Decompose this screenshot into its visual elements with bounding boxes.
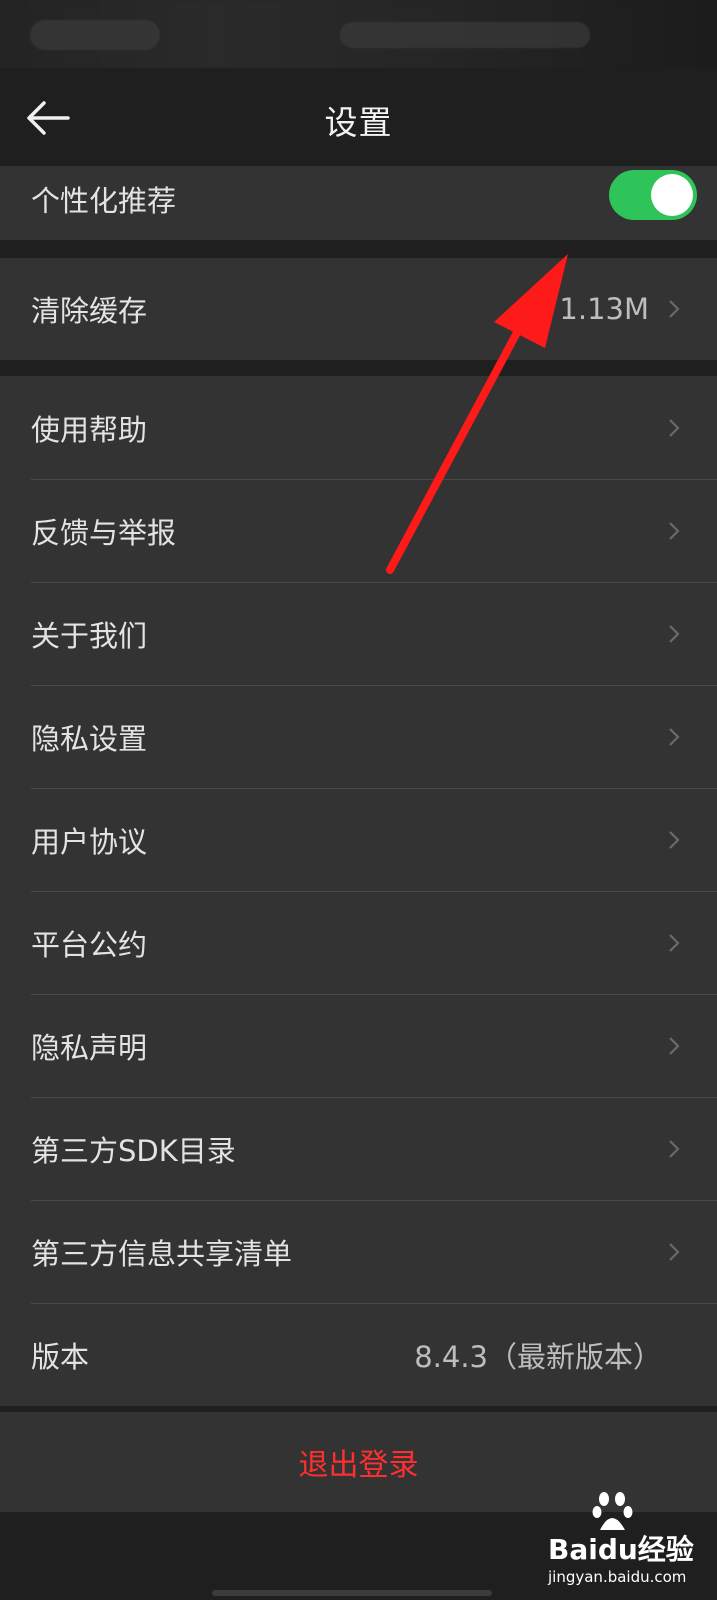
version-label: 版本 (31, 1339, 90, 1374)
personalized-recommendation-toggle[interactable] (609, 170, 697, 220)
menu-item-label: 使用帮助 (31, 412, 148, 447)
chevron-right-icon (669, 727, 680, 746)
watermark-url: jingyan.baidu.com (548, 1568, 687, 1586)
menu-item-third-party-info-sharing[interactable]: 第三方信息共享清单 (0, 1200, 717, 1303)
chevron-right-icon (669, 300, 680, 318)
menu-item-platform-convention[interactable]: 平台公约 (0, 891, 717, 994)
menu-item-user-agreement[interactable]: 用户协议 (0, 788, 717, 891)
status-bar (0, 0, 717, 68)
menu-item-label: 第三方信息共享清单 (31, 1236, 293, 1271)
menu-item-label: 隐私设置 (31, 721, 148, 756)
cache-size-value: 1.13M (559, 292, 649, 326)
chevron-right-icon (669, 521, 680, 540)
chevron-right-icon (669, 624, 680, 643)
chevron-right-icon (669, 1242, 680, 1261)
personalized-recommendation-label: 个性化推荐 (31, 184, 177, 218)
chevron-right-icon (669, 418, 680, 437)
page-title: 设置 (324, 103, 393, 142)
menu-item-third-party-sdk-list[interactable]: 第三方SDK目录 (0, 1097, 717, 1200)
home-indicator (212, 1590, 492, 1596)
version-value: 8.4.3（最新版本） (414, 1339, 662, 1374)
chevron-right-icon (669, 830, 680, 849)
settings-menu-list: 使用帮助 反馈与举报 关于我们 隐私设置 用户协议 平台公约 隐私声明 第三方S… (0, 376, 717, 1406)
watermark-brand: Baidu经验 (548, 1533, 694, 1566)
menu-item-privacy-statement[interactable]: 隐私声明 (0, 994, 717, 1097)
menu-item-feedback-report[interactable]: 反馈与举报 (0, 479, 717, 582)
menu-item-help[interactable]: 使用帮助 (0, 376, 717, 479)
toggle-knob (651, 174, 693, 216)
clear-cache-row[interactable]: 清除缓存 1.13M (0, 258, 717, 360)
clear-cache-label: 清除缓存 (31, 294, 148, 328)
menu-item-privacy-settings[interactable]: 隐私设置 (0, 685, 717, 788)
menu-item-label: 第三方SDK目录 (31, 1133, 236, 1168)
menu-item-label: 隐私声明 (31, 1030, 148, 1065)
menu-item-label: 平台公约 (31, 927, 148, 962)
menu-item-label: 用户协议 (31, 824, 148, 859)
menu-item-about-us[interactable]: 关于我们 (0, 582, 717, 685)
menu-item-label: 反馈与举报 (31, 515, 177, 550)
personalized-recommendation-section: 个性化推荐 (0, 166, 717, 240)
menu-item-label: 关于我们 (31, 618, 148, 653)
top-navigation-bar: 设置 (0, 68, 717, 166)
chevron-right-icon (669, 1139, 680, 1158)
cache-section: 清除缓存 1.13M (0, 258, 717, 360)
logout-button[interactable]: 退出登录 (0, 1412, 717, 1512)
version-row: 版本 8.4.3（最新版本） (0, 1303, 717, 1406)
chevron-right-icon (669, 1036, 680, 1055)
chevron-right-icon (669, 933, 680, 952)
